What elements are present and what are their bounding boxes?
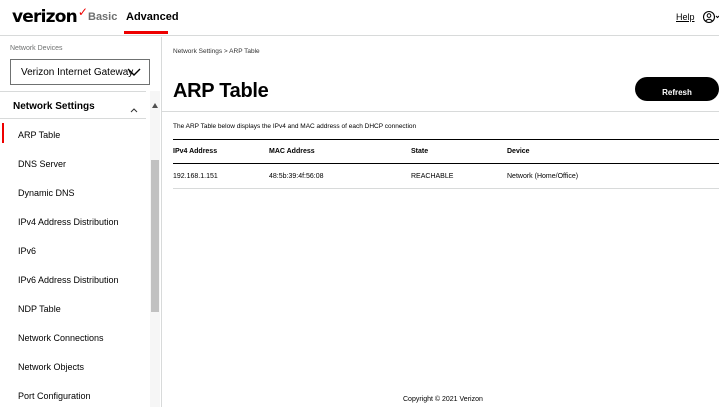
sidebar-item-ipv6-address-distribution[interactable]: IPv6 Address Distribution xyxy=(0,264,146,293)
help-link[interactable]: Help xyxy=(676,12,695,22)
network-device-select[interactable]: Verizon Internet Gateway xyxy=(10,59,150,85)
chevron-down-icon xyxy=(127,66,141,78)
breadcrumb: Network Settings > ARP Table xyxy=(173,48,260,55)
cell-device: Network (Home/Office) xyxy=(507,163,719,189)
column-header-state: State xyxy=(411,139,507,164)
top-bar: verizon✓ Basic Advanced Help xyxy=(0,0,719,36)
sidebar-item-port-configuration[interactable]: Port Configuration xyxy=(0,380,146,407)
network-settings-section-header[interactable]: Network Settings xyxy=(0,91,146,119)
column-header-ipv4: IPv4 Address xyxy=(173,139,269,164)
column-header-device: Device xyxy=(507,139,719,164)
sidebar-item-ipv4-address-distribution[interactable]: IPv4 Address Distribution xyxy=(0,206,146,235)
chevron-up-icon xyxy=(130,101,138,113)
active-tab-indicator xyxy=(124,31,168,34)
divider xyxy=(162,111,719,112)
refresh-button[interactable]: Refresh xyxy=(635,77,719,101)
sidebar-item-network-objects[interactable]: Network Objects xyxy=(0,351,146,380)
sidebar-scrollbar[interactable] xyxy=(150,91,160,407)
section-title: Network Settings xyxy=(13,101,95,112)
page-title: ARP Table xyxy=(173,80,269,102)
table-header-row: IPv4 Address MAC Address State Device xyxy=(173,139,719,164)
sidebar-item-dynamic-dns[interactable]: Dynamic DNS xyxy=(0,177,146,206)
nav-tab-basic[interactable]: Basic xyxy=(88,11,117,23)
table-row: 192.168.1.151 48:5b:39:4f:56:08 REACHABL… xyxy=(173,163,719,189)
cell-state: REACHABLE xyxy=(411,163,507,189)
network-device-selected: Verizon Internet Gateway xyxy=(21,67,134,78)
cell-mac-address: 48:5b:39:4f:56:08 xyxy=(269,163,411,189)
sidebar: Network Devices Verizon Internet Gateway… xyxy=(0,37,162,407)
sidebar-menu: ARP Table DNS Server Dynamic DNS IPv4 Ad… xyxy=(0,119,146,407)
arp-table: IPv4 Address MAC Address State Device 19… xyxy=(173,139,719,189)
column-header-mac: MAC Address xyxy=(269,139,411,164)
cell-ipv4-address: 192.168.1.151 xyxy=(173,163,269,189)
sidebar-item-ipv6[interactable]: IPv6 xyxy=(0,235,146,264)
brand-check-mark: ✓ xyxy=(77,5,88,19)
copyright-text: Copyright © 2021 Verizon xyxy=(403,396,483,403)
sidebar-item-arp-table[interactable]: ARP Table xyxy=(0,119,146,148)
scrollbar-thumb[interactable] xyxy=(151,160,159,312)
nav-tab-advanced[interactable]: Advanced xyxy=(126,11,179,23)
verizon-logo[interactable]: verizon✓ xyxy=(12,5,88,27)
table-description: The ARP Table below displays the IPv4 an… xyxy=(173,123,417,130)
brand-name: verizon xyxy=(12,7,78,27)
account-circle-icon[interactable] xyxy=(702,10,719,24)
sidebar-item-ndp-table[interactable]: NDP Table xyxy=(0,293,146,322)
network-devices-label: Network Devices xyxy=(10,45,63,52)
sidebar-item-dns-server[interactable]: DNS Server xyxy=(0,148,146,177)
sidebar-item-network-connections[interactable]: Network Connections xyxy=(0,322,146,351)
scroll-up-arrow-icon[interactable] xyxy=(152,95,158,108)
